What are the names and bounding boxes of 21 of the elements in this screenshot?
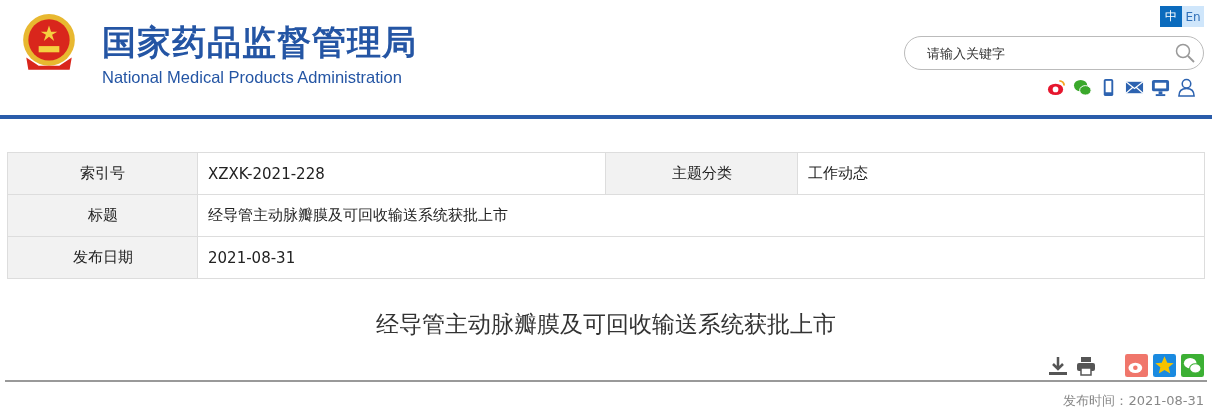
publish-time: 发布时间：2021-08-31 <box>1062 392 1205 410</box>
download-icon[interactable] <box>1048 355 1068 376</box>
language-tab[interactable]: 中 <box>1160 6 1182 27</box>
site-title: 国家药品监督管理局 <box>102 22 417 62</box>
print-icon[interactable] <box>1076 355 1096 376</box>
table-cell: 经导管主动脉瓣膜及可回收输送系统获批上市 <box>198 195 1205 237</box>
user-icon[interactable] <box>1177 78 1196 97</box>
star-icon[interactable] <box>1153 354 1176 377</box>
monitor-icon[interactable] <box>1151 78 1170 97</box>
table-cell: XZXK-2021-228 <box>198 153 606 195</box>
table-cell: 标题 <box>8 195 198 237</box>
site-subtitle: National Medical Products Administration <box>102 68 403 87</box>
mail-icon[interactable] <box>1125 78 1144 97</box>
article-title: 经导管主动脉瓣膜及可回收输送系统获批上市 <box>375 310 837 339</box>
search-icon[interactable] <box>1175 43 1195 63</box>
language-tab[interactable]: En <box>1182 6 1204 27</box>
table-cell: 2021-08-31 <box>198 237 1205 279</box>
table-cell: 工作动态 <box>798 153 1205 195</box>
table-cell: 主题分类 <box>606 153 798 195</box>
table-cell: 发布日期 <box>8 237 198 279</box>
table-cell: 索引号 <box>8 153 198 195</box>
